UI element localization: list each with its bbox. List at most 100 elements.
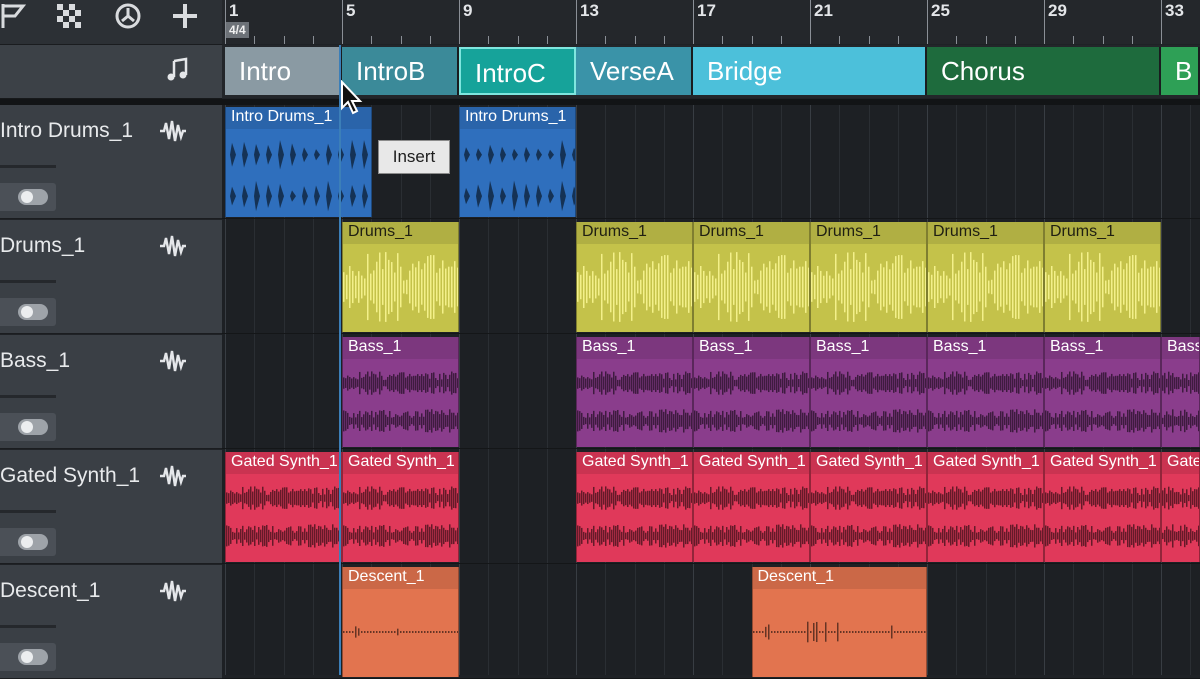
event-label: Drums_1 bbox=[1050, 223, 1115, 240]
ruler-beat-tick bbox=[342, 0, 343, 44]
audio-event[interactable]: Gated Synth_1 bbox=[810, 452, 927, 562]
waveform-icon[interactable] bbox=[158, 349, 188, 373]
track-enable-toggle[interactable] bbox=[18, 304, 48, 320]
ruler-beat-tick bbox=[429, 36, 431, 44]
track-header[interactable]: Drums_1 bbox=[0, 220, 222, 334]
track-name[interactable]: Intro Drums_1 bbox=[0, 119, 133, 143]
audio-event[interactable]: Gated Synth_1 bbox=[1044, 452, 1161, 562]
audio-event[interactable]: Gated Synth_1 bbox=[576, 452, 693, 562]
arranger-section-bridge[interactable]: Bridge bbox=[693, 47, 927, 95]
waveform-icon[interactable] bbox=[158, 234, 188, 258]
event-label: Gated Synth_1 bbox=[1050, 453, 1157, 470]
event-label: Gated Synth_1 bbox=[1167, 453, 1199, 470]
arranger-section-introc[interactable]: IntroC bbox=[459, 47, 576, 95]
playhead-cursor[interactable] bbox=[339, 45, 341, 675]
event-label: Bass_1 bbox=[1050, 338, 1104, 355]
ruler-beat-tick bbox=[546, 36, 548, 44]
event-waveform bbox=[928, 244, 1043, 330]
ruler-bar-number: 21 bbox=[814, 1, 833, 20]
track-header[interactable]: Bass_1 bbox=[0, 335, 222, 449]
arranger-section-chorus[interactable]: Chorus bbox=[927, 47, 1161, 95]
event-label: Gated Synth_1 bbox=[348, 453, 455, 470]
event-waveform bbox=[1162, 359, 1199, 445]
audio-event[interactable]: Gated Synth_1 bbox=[342, 452, 459, 562]
event-label: Intro Drums_1 bbox=[465, 108, 567, 125]
event-label: Gated Synth_1 bbox=[816, 453, 923, 470]
arranger-section-label: Intro bbox=[239, 56, 292, 86]
track-enable-toggle[interactable] bbox=[18, 419, 48, 435]
audio-event[interactable]: Gated Synth_1 bbox=[1161, 452, 1200, 562]
audio-event[interactable]: Bass_1 bbox=[1044, 337, 1161, 447]
grid-snap-icon[interactable] bbox=[55, 2, 85, 30]
audio-event[interactable]: Drums_1 bbox=[1044, 222, 1161, 332]
audio-event[interactable]: Drums_1 bbox=[927, 222, 1044, 332]
ruler-beat-tick bbox=[663, 36, 665, 44]
track-lane[interactable]: Bass_1 Bass_1 Bass_1 Bass_1 Bass_1 Bass_1 Bass… bbox=[222, 335, 1200, 449]
audio-event[interactable]: Drums_1 bbox=[693, 222, 810, 332]
audio-event[interactable]: Bass_1 bbox=[1161, 337, 1200, 447]
audio-event[interactable]: Drums_1 bbox=[576, 222, 693, 332]
ruler-beat-tick bbox=[780, 36, 782, 44]
audio-event[interactable]: Bass_1 bbox=[342, 337, 459, 447]
track-header[interactable]: Gated Synth_1 bbox=[0, 450, 222, 564]
track-name[interactable]: Drums_1 bbox=[0, 234, 85, 258]
track-name[interactable]: Bass_1 bbox=[0, 349, 70, 373]
audio-event[interactable]: Bass_1 bbox=[927, 337, 1044, 447]
audio-event[interactable]: Gated Synth_1 bbox=[693, 452, 810, 562]
audio-event[interactable]: Gated Synth_1 bbox=[225, 452, 342, 562]
marker-flag-icon[interactable] bbox=[0, 2, 32, 30]
event-waveform bbox=[811, 359, 926, 445]
audio-event[interactable]: Intro Drums_1 bbox=[459, 107, 576, 217]
toggle-knob bbox=[21, 421, 33, 433]
audio-event[interactable]: Bass_1 bbox=[693, 337, 810, 447]
track-enable-toggle[interactable] bbox=[18, 649, 48, 665]
event-waveform bbox=[694, 359, 809, 445]
toggle-knob bbox=[21, 191, 33, 203]
tempo-clock-icon[interactable] bbox=[112, 2, 144, 30]
waveform-icon[interactable] bbox=[158, 464, 188, 488]
ruler-bar-number: 29 bbox=[1048, 1, 1067, 20]
arranger-section-b[interactable]: B bbox=[1161, 47, 1200, 95]
event-waveform bbox=[343, 244, 458, 330]
audio-event[interactable]: Bass_1 bbox=[576, 337, 693, 447]
event-label: Descent_1 bbox=[348, 568, 425, 585]
track-lane[interactable]: Intro Drums_1 Intro Drums_1 bbox=[222, 105, 1200, 219]
event-label: Bass_1 bbox=[816, 338, 870, 355]
audio-event[interactable]: Drums_1 bbox=[810, 222, 927, 332]
track-name[interactable]: Gated Synth_1 bbox=[0, 464, 140, 488]
track-lane[interactable]: Drums_1 Drums_1 Drums_1 Drums_1 Drums_1 Drums… bbox=[222, 220, 1200, 334]
track-header[interactable]: Descent_1 bbox=[0, 565, 222, 679]
track-name[interactable]: Descent_1 bbox=[0, 579, 100, 603]
audio-event[interactable]: Intro Drums_1 bbox=[225, 107, 372, 217]
ruler-bar-number: 25 bbox=[931, 1, 950, 20]
track-lane[interactable]: Gated Synth_1 Gated Synth_1 Gated Synth_1 G… bbox=[222, 450, 1200, 564]
track-enable-toggle[interactable] bbox=[18, 189, 48, 205]
audio-event[interactable]: Bass_1 bbox=[810, 337, 927, 447]
timeline-ruler[interactable]: 1 5 9 13 17 21 25 29 33 bbox=[222, 0, 1200, 44]
ruler-beat-tick bbox=[1014, 36, 1016, 44]
event-waveform bbox=[811, 474, 926, 560]
track-enable-toggle[interactable] bbox=[18, 534, 48, 550]
ruler-beat-tick bbox=[459, 0, 460, 44]
event-waveform bbox=[694, 244, 809, 330]
waveform-icon[interactable] bbox=[158, 119, 188, 143]
ruler-beat-tick bbox=[693, 0, 694, 44]
audio-event[interactable]: Gated Synth_1 bbox=[927, 452, 1044, 562]
arranger-section-intro[interactable]: Intro bbox=[225, 47, 342, 95]
track-toggle-container bbox=[0, 643, 56, 671]
arranger-section-versea[interactable]: VerseA bbox=[576, 47, 693, 95]
ruler-beat-tick bbox=[254, 36, 256, 44]
audio-event[interactable]: Drums_1 bbox=[342, 222, 459, 332]
event-waveform bbox=[1045, 359, 1160, 445]
waveform-icon[interactable] bbox=[158, 579, 188, 603]
audio-event[interactable]: Descent_1 bbox=[751, 567, 927, 677]
event-label: Descent_1 bbox=[757, 568, 835, 585]
track-lane[interactable]: Descent_1 Descent_1 bbox=[222, 565, 1200, 679]
audio-event[interactable]: Descent_1 bbox=[342, 567, 459, 677]
add-icon[interactable] bbox=[168, 2, 202, 30]
event-label: Gated Synth_1 bbox=[699, 453, 806, 470]
arranger-track-header[interactable] bbox=[0, 45, 222, 99]
track-toggle-container bbox=[0, 528, 56, 556]
toggle-knob bbox=[21, 651, 33, 663]
track-header[interactable]: Intro Drums_1 bbox=[0, 105, 222, 219]
